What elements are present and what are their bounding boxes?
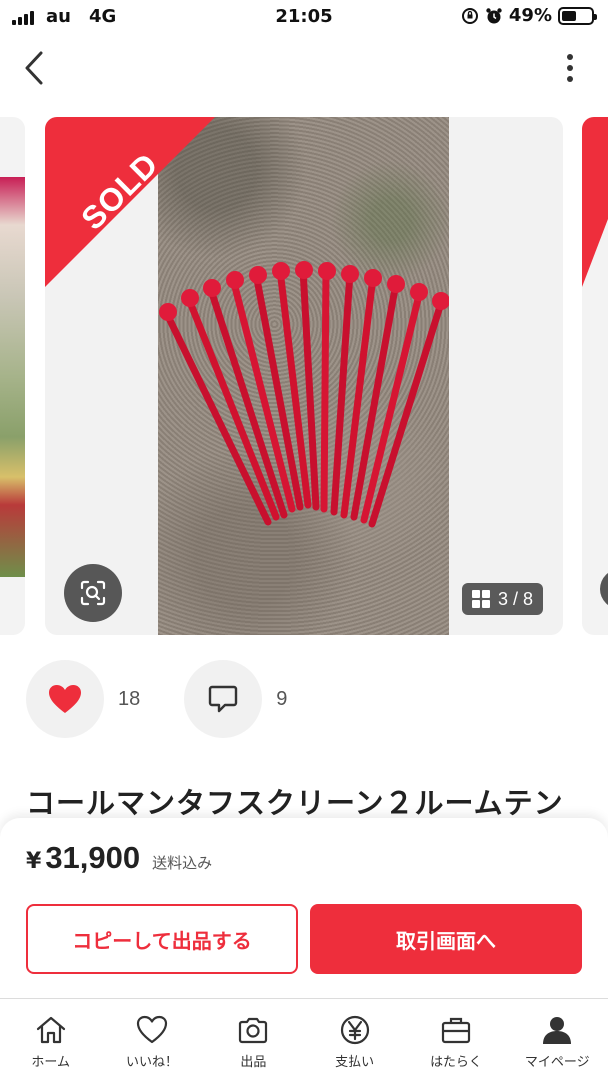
tab-work[interactable]: はたらく	[405, 999, 506, 1080]
chevron-left-icon	[25, 51, 43, 85]
heart-outline-icon	[136, 1015, 168, 1044]
camera-icon	[239, 1017, 268, 1044]
dot-icon	[567, 65, 573, 71]
tab-home[interactable]: ホーム	[0, 999, 101, 1080]
tent-pegs-image	[159, 261, 450, 528]
tab-label: マイページ	[524, 1055, 590, 1070]
tab-label: ホーム	[31, 1055, 70, 1070]
like-button[interactable]	[26, 660, 104, 738]
tab-label: 出品	[240, 1055, 267, 1070]
image-carousel[interactable]: SOLD 3 / 8	[0, 117, 608, 635]
next-slide-sold-ribbon	[582, 117, 608, 287]
alarm-icon	[486, 7, 502, 23]
purchase-panel: ¥ 31,900 送料込み コピーして出品する 取引画面へ	[0, 818, 608, 1000]
tab-label: はたらく	[430, 1055, 482, 1070]
comment-count: 9	[276, 687, 288, 710]
tab-label: 支払い	[335, 1055, 375, 1070]
price-amount: 31,900	[45, 840, 141, 875]
tab-label: いいね！	[125, 1055, 178, 1070]
tab-payment[interactable]: 支払い	[304, 999, 405, 1080]
more-options-button[interactable]	[558, 50, 582, 86]
heart-filled-icon	[49, 685, 81, 713]
home-icon	[36, 1016, 65, 1044]
status-left: au 4G	[12, 6, 116, 27]
yen-circle-icon	[340, 1015, 369, 1045]
person-icon	[543, 1017, 572, 1044]
back-button[interactable]	[14, 48, 54, 88]
dot-icon	[567, 76, 573, 82]
price-currency: ¥	[26, 849, 42, 874]
item-actions: 18 9	[26, 660, 331, 738]
briefcase-icon	[441, 1017, 471, 1044]
tab-sell[interactable]: 出品	[203, 999, 304, 1080]
dot-icon	[567, 54, 573, 60]
image-counter[interactable]: 3 / 8	[461, 583, 543, 615]
tab-my-page[interactable]: マイページ	[507, 999, 608, 1080]
current-slide[interactable]: SOLD 3 / 8	[45, 117, 563, 635]
tab-likes[interactable]: いいね！	[101, 999, 202, 1080]
signal-strength-icon	[12, 9, 34, 25]
battery-fill	[562, 10, 576, 21]
shipping-note: 送料込み	[152, 854, 213, 872]
transaction-screen-button[interactable]: 取引画面へ	[310, 904, 582, 974]
battery-icon	[558, 6, 597, 25]
comment-icon	[209, 685, 238, 713]
like-count: 18	[118, 687, 141, 710]
image-search-icon	[80, 580, 106, 606]
carrier-label: au	[46, 6, 71, 27]
status-right: 49%	[461, 5, 597, 26]
next-slide-search-button	[600, 569, 608, 609]
image-search-button[interactable]	[64, 564, 122, 622]
copy-and-list-button[interactable]: コピーして出品する	[26, 904, 298, 974]
grid-icon	[471, 590, 490, 608]
network-label: 4G	[88, 6, 117, 27]
status-bar: au 4G 21:05 49%	[0, 0, 608, 34]
image-counter-label: 3 / 8	[497, 588, 533, 609]
price-row: ¥ 31,900 送料込み	[26, 840, 212, 876]
bottom-tab-bar: ホーム いいね！ 出品 支払い はたらく マイページ	[0, 998, 608, 1080]
previous-slide[interactable]	[0, 117, 25, 635]
product-photo[interactable]	[158, 117, 450, 635]
item-title: コールマンタフスクリーン２ルームテン	[26, 786, 564, 820]
rotation-lock-icon	[461, 7, 478, 24]
next-slide[interactable]	[582, 117, 608, 635]
battery-percent: 49%	[508, 5, 552, 26]
previous-slide-image	[0, 177, 25, 577]
comment-button[interactable]	[184, 660, 263, 738]
